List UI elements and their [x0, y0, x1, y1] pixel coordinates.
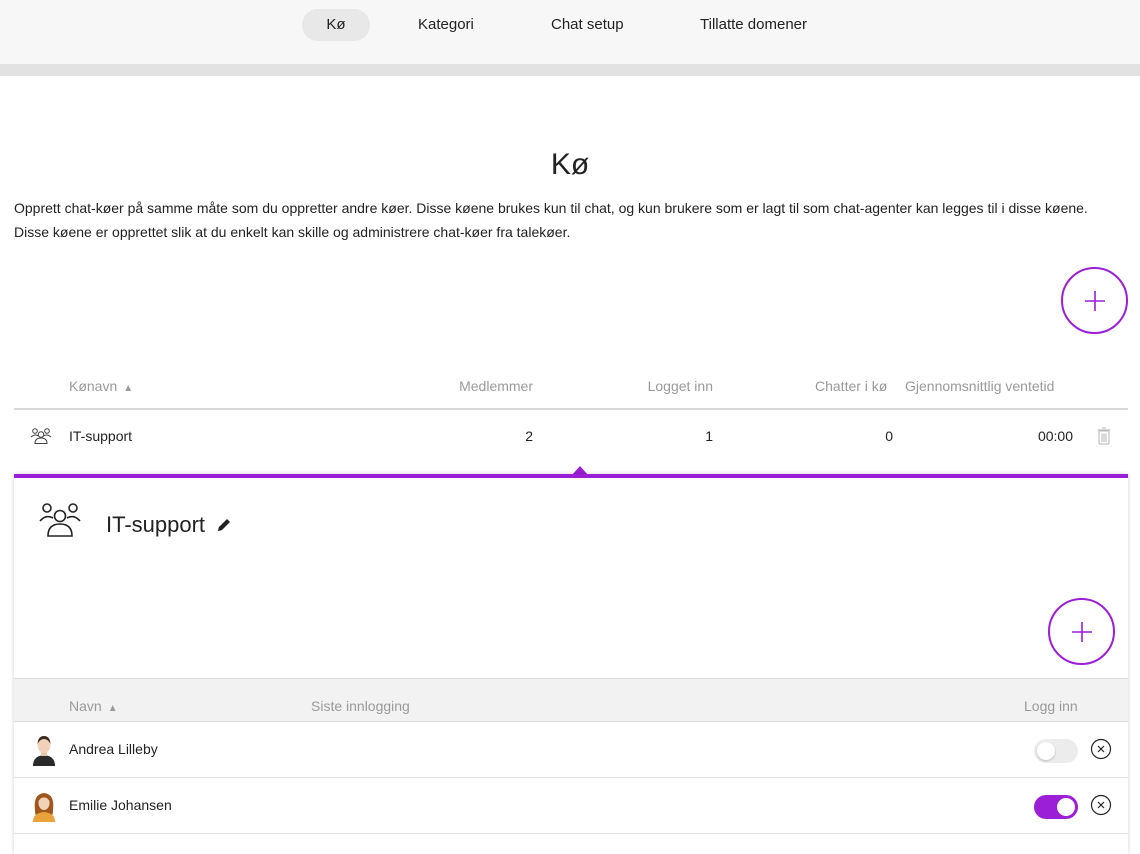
- table-row: Emilie Johansen: [14, 778, 1128, 834]
- avatar: [33, 793, 55, 822]
- members-table-header: [14, 678, 1128, 722]
- queue-members-count: 2: [525, 428, 533, 444]
- table-header-divider: [14, 408, 1128, 410]
- tab-tillatte-domener[interactable]: Tillatte domener: [700, 9, 807, 41]
- login-toggle[interactable]: [1034, 795, 1078, 819]
- sort-ascending-icon: ▲: [123, 383, 134, 394]
- column-header-name[interactable]: Navn ▲: [69, 698, 118, 714]
- sort-ascending-icon: ▲: [107, 703, 118, 714]
- tab-chat-setup[interactable]: Chat setup: [551, 9, 624, 41]
- top-nav: Kø Kategori Chat setup Tillatte domener: [0, 0, 1140, 64]
- toggle-knob: [1037, 742, 1055, 760]
- column-header-label: Navn: [69, 698, 102, 714]
- close-circle-icon[interactable]: [1090, 738, 1112, 760]
- column-header-members: Medlemmer: [459, 378, 533, 394]
- avatar: [33, 736, 55, 766]
- close-circle-icon[interactable]: [1090, 794, 1112, 816]
- column-header-logged-in: Logget inn: [647, 378, 713, 394]
- plus-icon: [1084, 290, 1105, 311]
- login-toggle[interactable]: [1034, 739, 1078, 763]
- queue-avg-wait: 00:00: [1037, 428, 1073, 444]
- queue-logged-in-count: 1: [705, 428, 713, 444]
- group-icon: [39, 503, 81, 537]
- column-header-login: Logg inn: [1024, 698, 1078, 714]
- column-header-avg-wait: Gjennomsnittlig ventetid: [905, 378, 1055, 394]
- column-header-chats-in-queue: Chatter i kø: [815, 378, 888, 394]
- plus-icon: [1071, 621, 1092, 642]
- tab-kategori[interactable]: Kategori: [418, 9, 474, 41]
- nav-divider: [0, 64, 1140, 76]
- pencil-icon[interactable]: [216, 517, 232, 533]
- group-icon: [30, 428, 52, 444]
- queue-name-link[interactable]: IT-support: [69, 428, 132, 444]
- page-description: Opprett chat-køer på samme måte som du o…: [14, 200, 1088, 240]
- detail-title: IT-support: [106, 512, 206, 537]
- page-title: Kø: [550, 148, 590, 182]
- add-member-button[interactable]: [1048, 598, 1115, 665]
- toggle-knob: [1057, 798, 1075, 816]
- member-name: Emilie Johansen: [69, 797, 172, 813]
- member-name: Andrea Lilleby: [69, 741, 158, 757]
- queue-chats-count: 0: [885, 428, 893, 444]
- add-queue-button[interactable]: [1061, 267, 1128, 334]
- trash-icon[interactable]: [1096, 426, 1112, 446]
- column-header-label: Kønavn: [69, 378, 118, 394]
- column-header-last-login: Siste innlogging: [311, 698, 410, 714]
- tab-ko[interactable]: Kø: [302, 9, 370, 41]
- table-row: Andrea Lilleby: [14, 722, 1128, 778]
- column-header-queue-name[interactable]: Kønavn ▲: [69, 378, 133, 394]
